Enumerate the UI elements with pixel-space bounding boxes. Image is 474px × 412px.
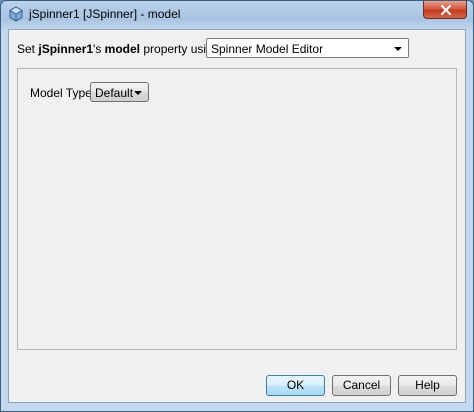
model-editor-panel: Model Type: Default <box>17 68 457 350</box>
property-editor-select[interactable]: Spinner Model Editor <box>206 38 409 58</box>
window-title: jSpinner1 [JSpinner] - model <box>29 7 181 21</box>
label-prefix: Set <box>17 42 39 56</box>
dialog-content: Set jSpinner1's model property using: Sp… <box>8 29 466 403</box>
dialog-window: jSpinner1 [JSpinner] - model Set jSpinne… <box>0 0 474 412</box>
label-possessive: 's <box>93 42 105 56</box>
close-button[interactable] <box>423 1 467 19</box>
property-name: model <box>104 42 141 56</box>
property-description: Set jSpinner1's model property using: <box>17 42 223 56</box>
component-name: jSpinner1 <box>38 42 94 56</box>
ok-button[interactable]: OK <box>266 375 325 396</box>
title-bar[interactable]: jSpinner1 [JSpinner] - model <box>1 1 473 28</box>
model-type-label: Model Type: <box>30 86 96 100</box>
netbeans-cube-icon <box>8 6 24 22</box>
close-icon <box>441 5 451 15</box>
property-editor-value: Spinner Model Editor <box>211 42 324 56</box>
help-button[interactable]: Help <box>398 375 457 396</box>
model-type-select[interactable]: Default <box>90 82 149 102</box>
cancel-button[interactable]: Cancel <box>332 375 391 396</box>
chevron-down-icon <box>394 47 402 51</box>
model-type-value: Default <box>95 86 134 100</box>
chevron-down-icon <box>134 91 142 95</box>
